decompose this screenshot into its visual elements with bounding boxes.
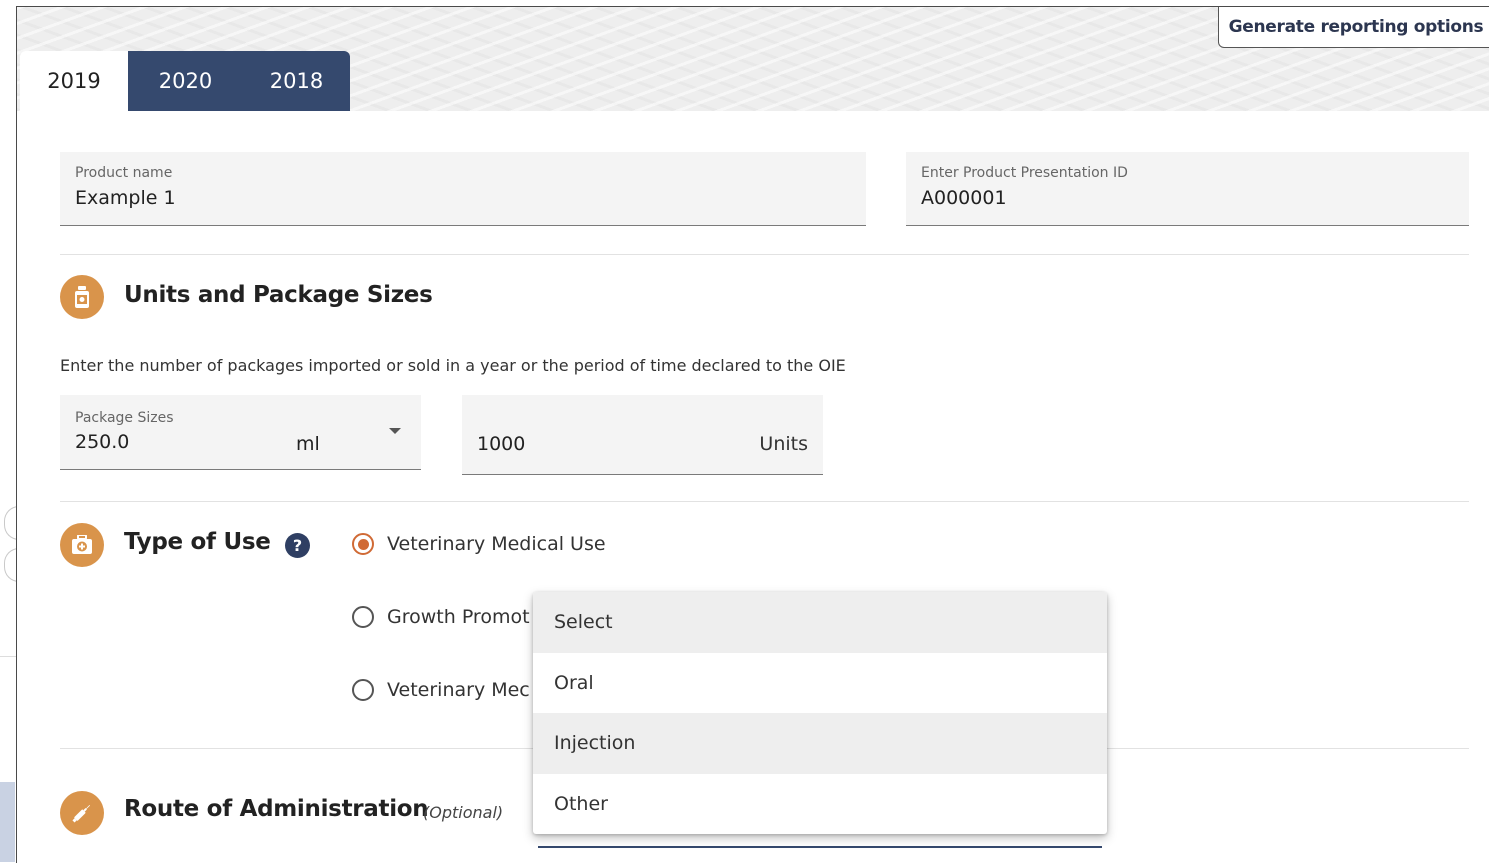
radio-label: Veterinary Mec	[387, 679, 530, 701]
background-divider	[0, 656, 17, 657]
package-unit: ml	[296, 433, 320, 455]
product-presentation-id-field[interactable]: Enter Product Presentation ID A000001	[906, 152, 1469, 226]
radio-label: Veterinary Medical Use	[387, 533, 606, 555]
radio-growth-promotion[interactable]: Growth Promot	[352, 606, 530, 628]
radio-veterinary-medical-use[interactable]: Veterinary Medical Use	[352, 533, 606, 555]
package-sizes-value: 250.0	[75, 431, 130, 453]
help-icon[interactable]: ?	[285, 533, 310, 558]
year-tabs: 2019 2020 2018	[20, 51, 350, 111]
section-divider	[60, 254, 1469, 255]
presentation-id-label: Enter Product Presentation ID	[921, 165, 1128, 181]
type-of-use-title: Type of Use	[124, 529, 271, 555]
dropdown-option-select[interactable]: Select	[533, 592, 1107, 653]
dropdown-option-oral[interactable]: Oral	[533, 653, 1107, 714]
syringe-icon	[60, 791, 104, 835]
dropdown-option-injection[interactable]: Injection	[533, 713, 1107, 774]
background-page-edge	[0, 0, 19, 862]
product-form-panel: Generate reporting options 2019 2020 201…	[16, 6, 1489, 863]
units-section-description: Enter the number of packages imported or…	[60, 356, 846, 375]
tab-2019[interactable]: 2019	[20, 51, 128, 111]
tab-2018[interactable]: 2018	[243, 51, 350, 111]
optional-label: (Optional)	[423, 803, 504, 822]
units-section-title: Units and Package Sizes	[124, 282, 433, 308]
radio-checked-icon[interactable]	[352, 533, 374, 555]
section-divider	[60, 501, 1469, 502]
generate-reporting-options-button[interactable]: Generate reporting options	[1218, 7, 1489, 48]
product-name-field[interactable]: Product name Example 1	[60, 152, 866, 226]
tab-2020[interactable]: 2020	[128, 51, 243, 111]
medical-bag-icon	[60, 523, 104, 567]
radio-label: Growth Promot	[387, 606, 530, 628]
bottle-icon	[60, 275, 104, 319]
radio-unchecked-icon[interactable]	[352, 606, 374, 628]
units-suffix: Units	[759, 433, 808, 455]
route-of-administration-title: Route of Administration	[124, 796, 429, 822]
radio-unchecked-icon[interactable]	[352, 679, 374, 701]
units-quantity-input[interactable]: 1000 Units	[462, 395, 823, 475]
product-name-label: Product name	[75, 165, 173, 181]
package-sizes-label: Package Sizes	[75, 410, 174, 426]
route-select-underline	[538, 846, 1102, 848]
units-quantity-value: 1000	[477, 433, 526, 455]
product-name-value: Example 1	[75, 187, 176, 209]
chevron-down-icon[interactable]	[389, 428, 401, 434]
radio-veterinary-medical-other[interactable]: Veterinary Mec	[352, 679, 530, 701]
dropdown-option-other[interactable]: Other	[533, 774, 1107, 835]
route-dropdown-menu: Select Oral Injection Other	[533, 592, 1107, 834]
background-tile	[0, 782, 15, 862]
package-sizes-select[interactable]: Package Sizes 250.0 ml	[60, 395, 421, 470]
presentation-id-value: A000001	[921, 187, 1007, 209]
